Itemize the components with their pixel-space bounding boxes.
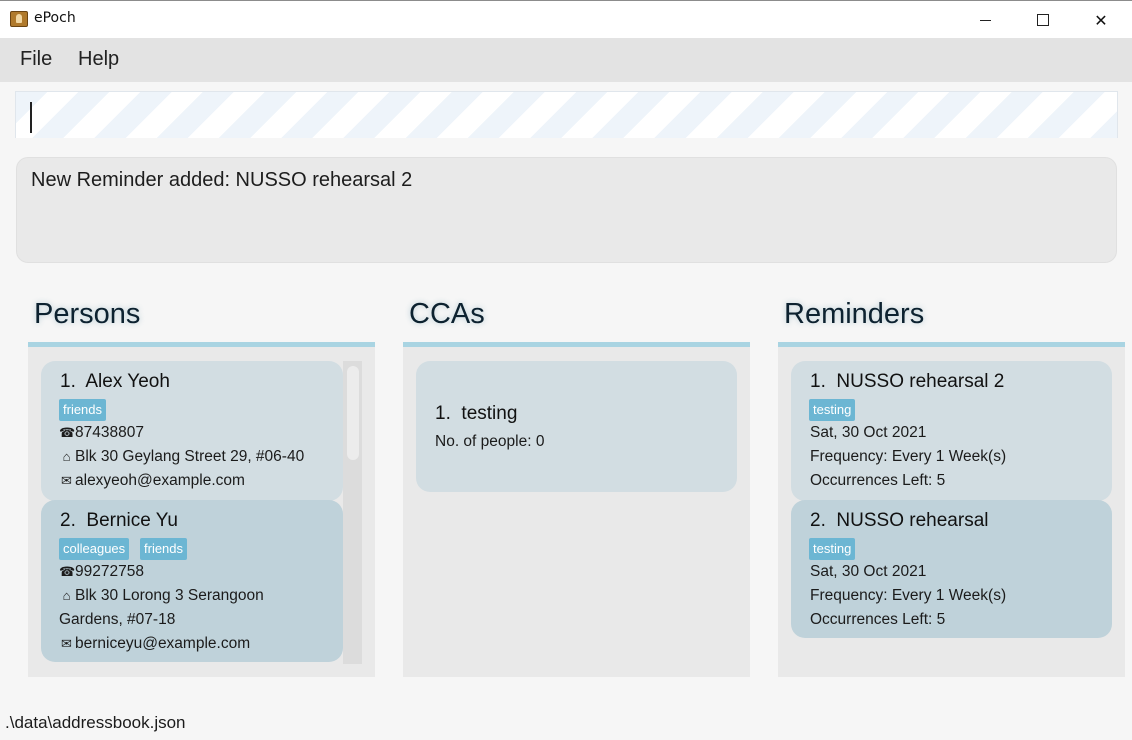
email-icon: ✉ [61,636,72,651]
cca-people-count: No. of people: 0 [435,433,545,450]
status-bar-path: .\data\addressbook.json [5,713,186,732]
text-caret [30,102,32,133]
cca-title: 1. testing [435,403,518,424]
reminder-frequency: Frequency: Every 1 Week(s) [810,448,1007,465]
window-title: ePoch [34,10,76,26]
person-address: ⌂ Blk 30 Geylang Street 29, #06-40 [59,448,305,466]
command-input[interactable] [15,91,1118,138]
person-email: ✉ berniceyu@example.com [59,635,250,653]
reminder-occurrences: Occurrences Left: 5 [810,611,946,628]
reminder-card[interactable]: 2. NUSSO rehearsal testing Sat, 30 Oct 2… [791,500,1112,638]
scrollbar-thumb[interactable] [347,366,359,460]
title-bar: ePoch ✕ [0,0,1132,38]
home-icon: ⌂ [62,449,71,464]
persons-panel-title: Persons [34,298,141,330]
reminder-occurrences: Occurrences Left: 5 [810,472,946,489]
reminder-date: Sat, 30 Oct 2021 [810,563,927,580]
app-icon [10,11,28,27]
person-phone: ☎99272758 [59,563,144,580]
reminder-card[interactable]: 1. NUSSO rehearsal 2 testing Sat, 30 Oct… [791,361,1112,501]
tag-badge: testing [809,538,856,560]
person-title: 1. Alex Yeoh [60,371,170,392]
maximize-button[interactable] [1014,1,1072,39]
person-email: ✉ alexyeoh@example.com [59,472,245,490]
minimize-icon [979,19,991,21]
tag-badge: friends [59,399,107,421]
menu-file[interactable]: File [20,48,52,71]
ccas-panel-title: CCAs [409,298,485,330]
reminder-title: 1. NUSSO rehearsal 2 [810,371,1005,392]
maximize-icon [1037,14,1049,26]
person-title: 2. Bernice Yu [60,510,178,531]
reminder-date: Sat, 30 Oct 2021 [810,424,927,441]
person-card[interactable]: 1. Alex Yeoh friends ☎87438807 ⌂ Blk 30 G… [41,361,343,501]
person-address-continued: Gardens, #07-18 [59,611,176,628]
reminders-panel-title: Reminders [784,298,925,330]
reminder-frequency: Frequency: Every 1 Week(s) [810,587,1007,604]
tag-badge: friends [140,538,188,560]
result-message: New Reminder added: NUSSO rehearsal 2 [31,169,413,191]
result-display: New Reminder added: NUSSO rehearsal 2 [16,157,1117,263]
menu-bar: File Help [0,38,1132,82]
home-icon: ⌂ [62,588,71,603]
close-button[interactable]: ✕ [1072,1,1130,39]
tag-badge: colleagues [59,538,130,560]
phone-icon: ☎ [59,425,76,440]
menu-help[interactable]: Help [78,48,119,71]
person-card[interactable]: 2. Bernice Yu colleagues friends ☎992727… [41,500,343,662]
tag-badge: testing [809,399,856,421]
close-icon: ✕ [1094,10,1108,30]
cca-card[interactable]: 1. testing No. of people: 0 [416,361,737,492]
email-icon: ✉ [61,473,72,488]
phone-icon: ☎ [59,564,76,579]
reminder-title: 2. NUSSO rehearsal [810,510,989,531]
minimize-button[interactable] [956,1,1014,39]
person-address: ⌂ Blk 30 Lorong 3 Serangoon [59,587,264,605]
person-phone: ☎87438807 [59,424,144,441]
